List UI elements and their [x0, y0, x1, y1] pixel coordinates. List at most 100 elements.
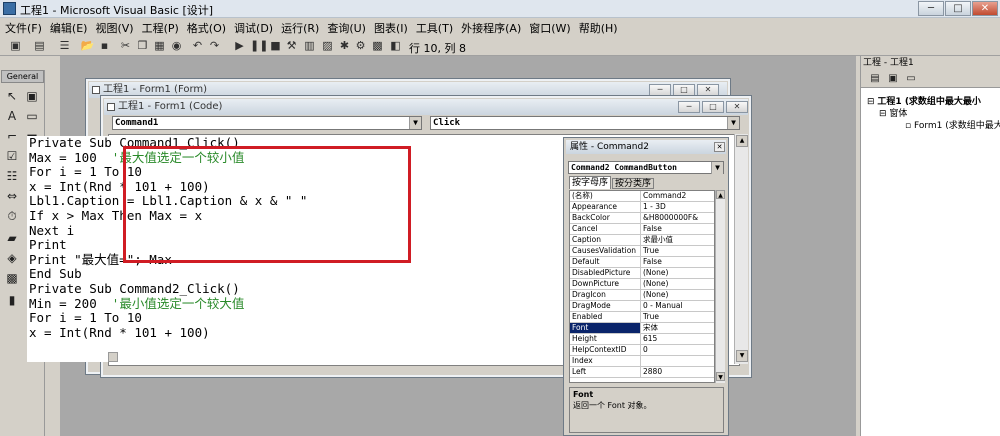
- code-line[interactable]: x = Int(Rnd * 101 + 100): [27, 325, 562, 341]
- picturebox-icon[interactable]: ▣: [24, 88, 40, 104]
- scroll-down-icon[interactable]: ▼: [736, 350, 748, 362]
- property-row[interactable]: DisabledPicture (None): [570, 268, 714, 279]
- menu-editor-icon[interactable]: ☰: [57, 39, 72, 53]
- label-icon[interactable]: A: [4, 108, 20, 124]
- chevron-down-icon[interactable]: ▼: [727, 117, 739, 129]
- menu-addins[interactable]: 外接程序(A): [456, 18, 524, 36]
- scroll-up-icon[interactable]: ▲: [736, 135, 748, 147]
- scroll-up-icon[interactable]: ▲: [716, 190, 725, 199]
- property-row[interactable]: Default False: [570, 257, 714, 268]
- add-project-icon[interactable]: ▣: [8, 39, 23, 53]
- property-value[interactable]: 615: [641, 334, 657, 344]
- pointer-icon[interactable]: ↖: [4, 88, 20, 104]
- open-project-icon[interactable]: 📂: [80, 39, 95, 53]
- menu-tools[interactable]: 工具(T): [411, 18, 456, 36]
- property-value[interactable]: 0 - Manual: [641, 301, 683, 311]
- code-close-button[interactable]: ✕: [726, 101, 748, 113]
- tree-collapse-icon[interactable]: ⊟: [867, 97, 875, 107]
- forms-folder[interactable]: ⊟ 窗体: [879, 106, 907, 119]
- property-row[interactable]: Cancel False: [570, 224, 714, 235]
- property-value[interactable]: False: [641, 224, 662, 234]
- component-manager-icon[interactable]: ◧: [388, 39, 403, 53]
- menu-diagram[interactable]: 图表(I): [369, 18, 411, 36]
- properties-grid[interactable]: (名称) Command2 Appearance 1 - 3D BackColor &H8…: [569, 190, 715, 383]
- menu-format[interactable]: 格式(O): [182, 18, 229, 36]
- property-row[interactable]: HelpContextID 0: [570, 345, 714, 356]
- property-value[interactable]: (None): [641, 279, 668, 289]
- property-row[interactable]: DragIcon (None): [570, 290, 714, 301]
- toggle-folders-icon[interactable]: ▭: [903, 71, 919, 87]
- property-row[interactable]: Left 2880: [570, 367, 714, 378]
- procedure-view-icon[interactable]: [108, 352, 118, 362]
- code-line[interactable]: End Sub: [27, 267, 562, 282]
- properties-close-button[interactable]: ✕: [714, 142, 725, 152]
- menu-view[interactable]: 视图(V): [90, 18, 136, 36]
- find-icon[interactable]: ◉: [169, 39, 184, 53]
- shape-icon[interactable]: ◈: [4, 250, 20, 266]
- property-value[interactable]: &H8000000F&: [641, 213, 698, 223]
- property-row[interactable]: Caption 求最小值: [570, 235, 714, 246]
- timer-icon[interactable]: ⏱: [4, 208, 20, 224]
- property-value[interactable]: (None): [641, 290, 668, 300]
- copy-icon[interactable]: ❐: [135, 39, 150, 53]
- property-value[interactable]: 1 - 3D: [641, 202, 666, 212]
- code-line[interactable]: Min = 200 '最小值选定一个较大值: [27, 296, 562, 312]
- property-value[interactable]: Command2: [641, 191, 686, 201]
- chevron-down-icon[interactable]: ▼: [711, 162, 723, 174]
- object-browser-icon[interactable]: ✱: [337, 39, 352, 53]
- tab-alphabetic[interactable]: 按字母序: [569, 176, 611, 189]
- code-line[interactable]: Private Sub Command2_Click(): [27, 281, 562, 297]
- frame-icon[interactable]: ⌐: [4, 128, 20, 144]
- ole-icon[interactable]: ▮: [4, 292, 20, 308]
- close-button[interactable]: ✕: [972, 1, 998, 16]
- redo-icon[interactable]: ↷: [207, 39, 222, 53]
- property-value[interactable]: [641, 356, 643, 366]
- project-explorer-icon[interactable]: ⚒: [284, 39, 299, 53]
- property-row[interactable]: CausesValidation True: [570, 246, 714, 257]
- toolbox-icon[interactable]: ⚙: [353, 39, 368, 53]
- menu-edit[interactable]: 编辑(E): [45, 18, 91, 36]
- property-value[interactable]: 2880: [641, 367, 662, 377]
- property-row[interactable]: BackColor &H8000000F&: [570, 213, 714, 224]
- properties-vscrollbar[interactable]: ▲ ▼: [715, 190, 725, 383]
- paste-icon[interactable]: ▦: [152, 39, 167, 53]
- tab-categorized[interactable]: 按分类序: [612, 178, 654, 189]
- code-maximize-button[interactable]: □: [702, 101, 724, 113]
- combobox-icon[interactable]: ☷: [4, 168, 20, 184]
- view-code-icon[interactable]: ▤: [867, 71, 883, 87]
- properties-window-icon[interactable]: ▥: [302, 39, 317, 53]
- property-row[interactable]: Appearance 1 - 3D: [570, 202, 714, 213]
- chevron-down-icon[interactable]: ▼: [409, 117, 421, 129]
- view-object-icon[interactable]: ▣: [885, 71, 901, 87]
- save-project-icon[interactable]: ▪: [97, 39, 112, 53]
- menu-file[interactable]: 文件(F): [0, 18, 45, 36]
- menu-run[interactable]: 运行(R): [276, 18, 322, 36]
- code-line[interactable]: For i = 1 To 10: [27, 310, 562, 326]
- hscrollbar-icon[interactable]: ⇔: [4, 188, 20, 204]
- end-icon[interactable]: ■: [268, 39, 283, 53]
- menu-project[interactable]: 工程(P): [137, 18, 182, 36]
- scroll-down-icon[interactable]: ▼: [716, 372, 725, 381]
- properties-window[interactable]: 属性 - Command2 ✕ Command2 CommandButton ▼…: [563, 137, 729, 436]
- textbox-icon[interactable]: ▭: [24, 108, 40, 124]
- property-row[interactable]: Index: [570, 356, 714, 367]
- undo-icon[interactable]: ↶: [190, 39, 205, 53]
- form1-node[interactable]: ▫ Form1 (求数组中最大: [905, 118, 1000, 131]
- checkbox-icon[interactable]: ☑: [4, 148, 20, 164]
- code-minimize-button[interactable]: ─: [678, 101, 700, 113]
- property-value[interactable]: True: [641, 246, 659, 256]
- menu-debug[interactable]: 调试(D): [229, 18, 276, 36]
- properties-object-combo[interactable]: Command2 CommandButton ▼: [568, 161, 724, 174]
- property-value[interactable]: False: [641, 257, 662, 267]
- property-row[interactable]: Font 宋体: [570, 323, 714, 334]
- property-value[interactable]: (None): [641, 268, 668, 278]
- menu-help[interactable]: 帮助(H): [574, 18, 621, 36]
- dirlistbox-icon[interactable]: ▰: [4, 230, 20, 246]
- form-layout-icon[interactable]: ▨: [320, 39, 335, 53]
- image-icon[interactable]: ▩: [4, 270, 20, 286]
- property-value[interactable]: 宋体: [641, 323, 658, 333]
- code-window-titlebar[interactable]: 工程1 - Form1 (Code) ─ □ ✕: [104, 99, 748, 115]
- menu-window[interactable]: 窗口(W): [524, 18, 573, 36]
- property-value[interactable]: 求最小值: [641, 235, 673, 245]
- start-icon[interactable]: ▶: [232, 39, 247, 53]
